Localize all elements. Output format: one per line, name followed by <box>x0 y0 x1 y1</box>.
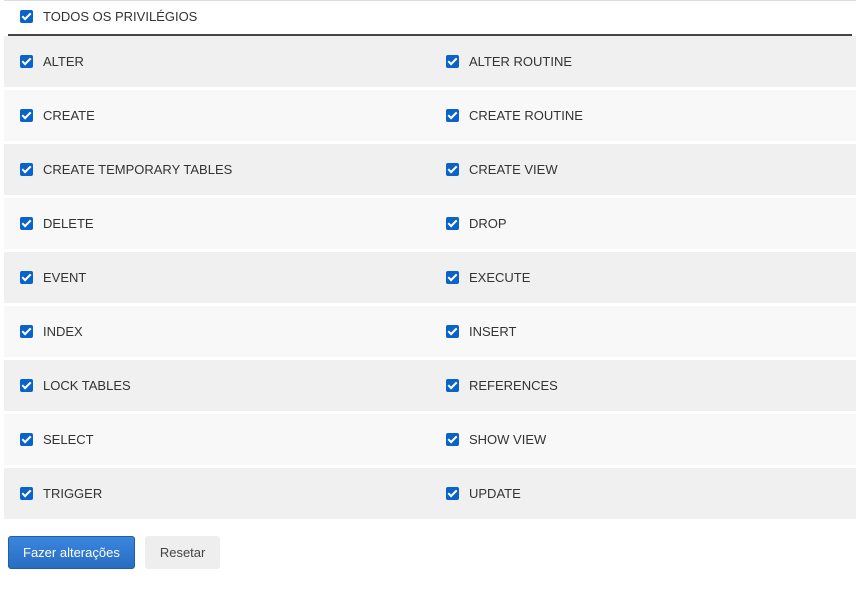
privilege-label[interactable]: CREATE ROUTINE <box>469 108 583 123</box>
privilege-checkbox[interactable] <box>446 487 459 500</box>
privilege-cell: INDEX <box>4 306 430 357</box>
privilege-checkbox[interactable] <box>20 109 33 122</box>
privilege-cell: SHOW VIEW <box>430 414 856 465</box>
privilege-label[interactable]: INSERT <box>469 324 516 339</box>
privilege-label[interactable]: TRIGGER <box>43 486 102 501</box>
privilege-checkbox[interactable] <box>446 379 459 392</box>
privilege-row: ALTER ALTER ROUTINE <box>4 36 856 90</box>
privilege-cell: DELETE <box>4 198 430 249</box>
privilege-cell: EXECUTE <box>430 252 856 303</box>
privilege-cell: UPDATE <box>430 468 856 519</box>
privilege-cell: REFERENCES <box>430 360 856 411</box>
privilege-cell: CREATE <box>4 90 430 141</box>
privilege-label[interactable]: SHOW VIEW <box>469 432 546 447</box>
all-privileges-checkbox[interactable] <box>20 10 33 23</box>
privilege-label[interactable]: CREATE VIEW <box>469 162 558 177</box>
all-privileges-row: TODOS OS PRIVILÉGIOS <box>4 0 856 32</box>
privilege-label[interactable]: EVENT <box>43 270 86 285</box>
privilege-checkbox[interactable] <box>446 217 459 230</box>
privilege-row: CREATE TEMPORARY TABLES CREATE VIEW <box>4 144 856 198</box>
privilege-checkbox[interactable] <box>20 55 33 68</box>
privilege-cell: EVENT <box>4 252 430 303</box>
privileges-grid: ALTERALTER ROUTINECREATECREATE ROUTINECR… <box>4 36 856 522</box>
privilege-label[interactable]: ALTER <box>43 54 84 69</box>
privilege-cell: LOCK TABLES <box>4 360 430 411</box>
privilege-cell: SELECT <box>4 414 430 465</box>
privilege-label[interactable]: EXECUTE <box>469 270 530 285</box>
privilege-cell: ALTER ROUTINE <box>430 36 856 87</box>
privilege-label[interactable]: ALTER ROUTINE <box>469 54 572 69</box>
actions-bar: Fazer alterações Resetar <box>4 522 856 585</box>
privilege-label[interactable]: INDEX <box>43 324 83 339</box>
privilege-checkbox[interactable] <box>446 109 459 122</box>
privilege-cell: CREATE TEMPORARY TABLES <box>4 144 430 195</box>
privilege-checkbox[interactable] <box>20 487 33 500</box>
privilege-label[interactable]: UPDATE <box>469 486 521 501</box>
privilege-cell: DROP <box>430 198 856 249</box>
privilege-label[interactable]: REFERENCES <box>469 378 558 393</box>
privilege-row: LOCK TABLES REFERENCES <box>4 360 856 414</box>
privilege-label[interactable]: LOCK TABLES <box>43 378 131 393</box>
all-privileges-label[interactable]: TODOS OS PRIVILÉGIOS <box>43 9 197 24</box>
privilege-cell: TRIGGER <box>4 468 430 519</box>
submit-button[interactable]: Fazer alterações <box>8 536 135 569</box>
privilege-label[interactable]: DELETE <box>43 216 94 231</box>
privilege-row: TRIGGER UPDATE <box>4 468 856 522</box>
privilege-checkbox[interactable] <box>446 433 459 446</box>
privilege-label[interactable]: CREATE TEMPORARY TABLES <box>43 162 232 177</box>
privilege-checkbox[interactable] <box>20 433 33 446</box>
privilege-checkbox[interactable] <box>20 325 33 338</box>
privilege-checkbox[interactable] <box>446 163 459 176</box>
privilege-checkbox[interactable] <box>20 163 33 176</box>
privilege-checkbox[interactable] <box>446 271 459 284</box>
privilege-checkbox[interactable] <box>446 325 459 338</box>
privilege-checkbox[interactable] <box>20 217 33 230</box>
reset-button[interactable]: Resetar <box>145 536 221 569</box>
privilege-checkbox[interactable] <box>20 271 33 284</box>
privilege-cell: ALTER <box>4 36 430 87</box>
privilege-cell: CREATE ROUTINE <box>430 90 856 141</box>
privilege-row: INDEX INSERT <box>4 306 856 360</box>
privilege-label[interactable]: SELECT <box>43 432 94 447</box>
privilege-row: DELETE DROP <box>4 198 856 252</box>
privilege-row: EVENT EXECUTE <box>4 252 856 306</box>
privilege-label[interactable]: DROP <box>469 216 507 231</box>
privilege-checkbox[interactable] <box>20 379 33 392</box>
privilege-cell: CREATE VIEW <box>430 144 856 195</box>
privilege-row: SELECT SHOW VIEW <box>4 414 856 468</box>
privilege-cell: INSERT <box>430 306 856 357</box>
privilege-checkbox[interactable] <box>446 55 459 68</box>
privilege-label[interactable]: CREATE <box>43 108 95 123</box>
privilege-row: CREATE CREATE ROUTINE <box>4 90 856 144</box>
